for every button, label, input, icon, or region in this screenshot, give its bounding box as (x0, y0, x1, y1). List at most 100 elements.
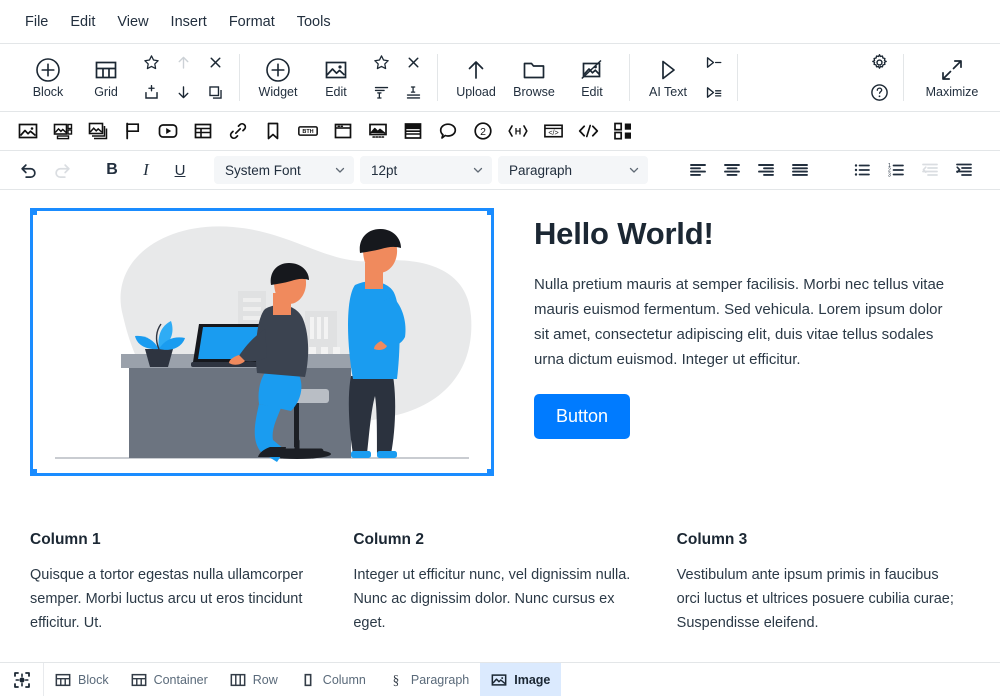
align-bottom-button[interactable] (398, 79, 428, 107)
breadcrumb-item-container[interactable]: Container (120, 663, 219, 696)
menu-tools[interactable]: Tools (286, 9, 342, 35)
font-size-select[interactable]: 12pt (360, 156, 492, 184)
edit-widget-button[interactable]: Edit (308, 53, 364, 103)
block-format-value: Paragraph (509, 162, 573, 178)
editor-content[interactable]: Hello World! Nulla pretium mauris at sem… (0, 190, 1000, 662)
image-icon (325, 61, 347, 79)
qr-code-icon[interactable] (607, 116, 639, 146)
column-1[interactable]: Column 1 Quisque a tortor egestas nulla … (30, 531, 323, 635)
edit-image-button[interactable]: Edit (564, 53, 620, 103)
accordion-icon[interactable] (397, 116, 429, 146)
ai-text-button[interactable]: AI Text (640, 53, 696, 103)
outdent-icon (922, 163, 938, 176)
svg-text:2: 2 (480, 126, 486, 138)
code-window-icon[interactable]: </> (537, 116, 569, 146)
widget-button[interactable]: Widget (250, 53, 306, 103)
bookmark-icon[interactable] (257, 116, 289, 146)
cta-button[interactable]: Button (534, 394, 631, 439)
columns-row: Column 1 Quisque a tortor egestas nulla … (0, 476, 1000, 635)
menu-format[interactable]: Format (218, 9, 286, 35)
toolbar-group-media: Upload Browse Edit (438, 44, 630, 111)
breadcrumb-item-image[interactable]: Image (480, 663, 562, 696)
chevron-down-icon (334, 164, 346, 176)
column-3-title: Column 3 (676, 531, 748, 548)
menu-insert[interactable]: Insert (160, 9, 218, 35)
align-center-button[interactable] (716, 155, 748, 185)
page-title[interactable]: Hello World! (534, 216, 970, 252)
menu-view[interactable]: View (106, 9, 159, 35)
resize-handle-bottom-left[interactable] (33, 469, 37, 473)
number-two-icon[interactable]: 2 (467, 116, 499, 146)
move-up-button[interactable] (168, 49, 198, 77)
undo-button[interactable] (12, 155, 44, 185)
align-right-button[interactable] (750, 155, 782, 185)
font-size-value: 12pt (371, 162, 398, 178)
outdent-button[interactable] (914, 155, 946, 185)
align-left-icon (690, 164, 706, 176)
format-toolbar: B I U System Font 12pt Paragraph 1 2 3 (0, 150, 1000, 190)
underline-button[interactable]: U (164, 155, 196, 185)
window-icon[interactable] (327, 116, 359, 146)
ai-line-button[interactable] (698, 49, 728, 77)
hero-paragraph[interactable]: Nulla pretium mauris at semper facilisis… (534, 272, 954, 372)
bold-button[interactable]: B (96, 155, 128, 185)
image-icon[interactable] (12, 116, 44, 146)
ai-lines-button[interactable] (698, 79, 728, 107)
link-icon[interactable] (222, 116, 254, 146)
resize-handle-top-left[interactable] (33, 211, 37, 215)
block-button[interactable]: Block (20, 53, 76, 103)
code-slash-icon[interactable] (572, 116, 604, 146)
breadcrumb-item-row[interactable]: Row (219, 663, 289, 696)
align-left-button[interactable] (682, 155, 714, 185)
badge-bth-icon[interactable]: BTH (292, 116, 324, 146)
flag-icon[interactable] (117, 116, 149, 146)
delete-block-button[interactable] (200, 49, 230, 77)
italic-button[interactable]: I (130, 155, 162, 185)
resize-handle-bottom-right[interactable] (487, 469, 491, 473)
edit-widget-label: Edit (325, 84, 347, 99)
selection-tool-button[interactable] (0, 663, 44, 696)
svg-text:§: § (393, 672, 400, 687)
breadcrumb-item-paragraph[interactable]: § Paragraph (377, 663, 480, 696)
comment-icon[interactable] (432, 116, 464, 146)
selected-image[interactable] (30, 208, 494, 476)
browse-button[interactable]: Browse (506, 53, 562, 103)
redo-button[interactable] (46, 155, 78, 185)
illustration-two-men-desk-laptop (33, 211, 491, 473)
menu-edit[interactable]: Edit (59, 9, 106, 35)
delete-widget-button[interactable] (398, 49, 428, 77)
menu-file[interactable]: File (14, 9, 59, 35)
svg-text:H: H (515, 127, 522, 137)
gallery-icon[interactable] (47, 116, 79, 146)
image-caption-icon[interactable] (362, 116, 394, 146)
font-family-select[interactable]: System Font (214, 156, 354, 184)
align-justify-button[interactable] (784, 155, 816, 185)
duplicate-block-button[interactable] (200, 79, 230, 107)
align-top-button[interactable] (366, 79, 396, 107)
heading-tag-icon[interactable]: H (502, 116, 534, 146)
maximize-button[interactable]: Maximize (914, 53, 990, 103)
breadcrumb-item-block[interactable]: Block (44, 663, 120, 696)
bullet-list-button[interactable] (846, 155, 878, 185)
align-right-icon (758, 164, 774, 176)
grid-button[interactable]: Grid (78, 53, 134, 103)
numbered-list-button[interactable]: 1 2 3 (880, 155, 912, 185)
help-button[interactable] (864, 79, 894, 107)
column-3[interactable]: Column 3 Vestibulum ante ipsum primis in… (677, 531, 970, 635)
move-down-button[interactable] (168, 79, 198, 107)
breadcrumb-item-column[interactable]: Column (289, 663, 377, 696)
block-format-select[interactable]: Paragraph (498, 156, 648, 184)
upload-button[interactable]: Upload (448, 53, 504, 103)
column-2[interactable]: Column 2 Integer ut efficitur nunc, vel … (353, 531, 646, 635)
indent-button[interactable] (948, 155, 980, 185)
container-icon (131, 673, 147, 686)
insert-row-button[interactable] (136, 79, 166, 107)
image-stack-icon[interactable] (82, 116, 114, 146)
plus-circle-icon (266, 57, 290, 82)
video-icon[interactable] (152, 116, 184, 146)
resize-handle-top-right[interactable] (487, 211, 491, 215)
settings-button[interactable] (864, 49, 894, 77)
favorite-block-button[interactable] (136, 49, 166, 77)
table-icon[interactable] (187, 116, 219, 146)
favorite-widget-button[interactable] (366, 49, 396, 77)
